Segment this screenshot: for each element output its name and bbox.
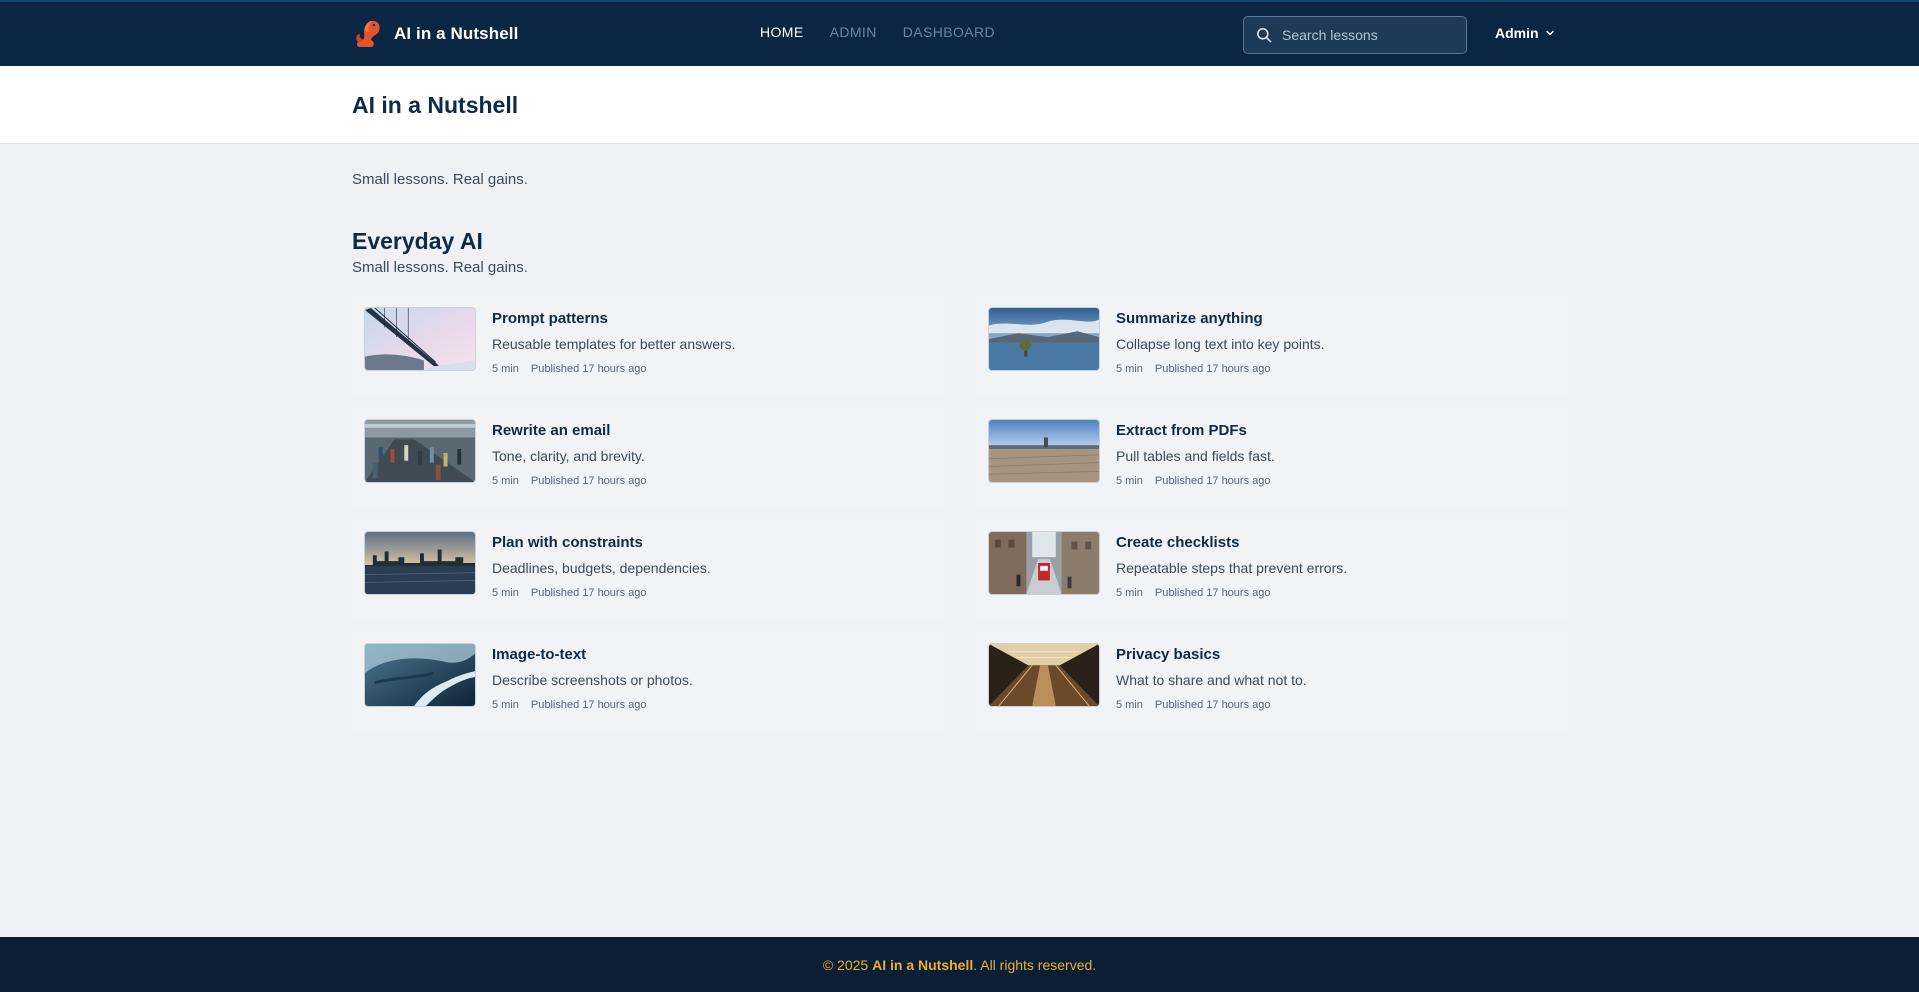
lesson-meta: 5 min Published 17 hours ago — [492, 363, 647, 375]
lesson-meta: 5 min Published 17 hours ago — [492, 587, 647, 599]
lesson-duration: 5 min — [492, 475, 519, 487]
lesson-card[interactable]: Summarize anything Collapse long text in… — [976, 295, 1568, 395]
footer-brand: AI in a Nutshell — [872, 956, 974, 973]
nav-home[interactable]: HOME — [760, 24, 804, 40]
lesson-meta: 5 min Published 17 hours ago — [1116, 699, 1271, 711]
lesson-published: Published 17 hours ago — [1154, 587, 1271, 599]
lesson-thumbnail-bridge — [364, 307, 476, 371]
lesson-title: Image-to-text — [492, 646, 587, 663]
lesson-duration: 5 min — [1116, 699, 1143, 711]
brand-link[interactable]: AI in a Nutshell — [352, 18, 518, 50]
lesson-published: Published 17 hours ago — [1154, 363, 1271, 375]
lesson-title: Summarize anything — [1116, 310, 1263, 327]
lesson-title: Extract from PDFs — [1116, 422, 1247, 439]
lesson-thumbnail-tram — [988, 531, 1100, 595]
user-menu[interactable]: Admin — [1495, 25, 1555, 41]
lesson-duration: 5 min — [1116, 363, 1143, 375]
lesson-duration: 5 min — [1116, 587, 1143, 599]
lesson-thumbnail-beach — [988, 419, 1100, 483]
footer-suffix: . All rights reserved. — [973, 956, 1097, 973]
lesson-title: Prompt patterns — [492, 310, 608, 327]
lesson-duration: 5 min — [492, 587, 519, 599]
lesson-title: Rewrite an email — [492, 422, 611, 439]
lesson-meta: 5 min Published 17 hours ago — [1116, 475, 1271, 487]
lesson-thumbnail-escalator — [988, 643, 1100, 707]
squirrel-logo-icon — [356, 20, 380, 47]
lesson-description: What to share and what not to. — [1116, 672, 1307, 688]
lesson-description: Collapse long text into key points. — [1116, 336, 1325, 352]
main-nav: HOME ADMIN DASHBOARD — [760, 24, 995, 40]
footer-copyright: © 2025 AI in a Nutshell. All rights rese… — [823, 957, 1096, 973]
nav-admin[interactable]: ADMIN — [830, 24, 877, 40]
top-navbar: AI in a Nutshell HOME ADMIN DASHBOARD Ad… — [0, 0, 1919, 66]
lesson-meta: 5 min Published 17 hours ago — [492, 475, 647, 487]
lesson-description: Repeatable steps that prevent errors. — [1116, 560, 1348, 576]
lesson-description: Describe screenshots or photos. — [492, 672, 693, 688]
section-title: Everyday AI — [352, 228, 483, 254]
page-title: AI in a Nutshell — [352, 92, 519, 118]
search-input[interactable] — [1282, 27, 1452, 43]
lesson-card[interactable]: Privacy basics What to share and what no… — [976, 631, 1568, 731]
page-tagline: Small lessons. Real gains. — [352, 171, 528, 188]
lesson-published: Published 17 hours ago — [530, 363, 647, 375]
lesson-card[interactable]: Rewrite an email Tone, clarity, and brev… — [352, 407, 944, 507]
lesson-duration: 5 min — [492, 363, 519, 375]
lesson-card[interactable]: Plan with constraints Deadlines, budgets… — [352, 519, 944, 619]
lesson-thumbnail-skyline — [364, 531, 476, 595]
lesson-published: Published 17 hours ago — [530, 699, 647, 711]
lesson-thumbnail-aerial-river — [364, 643, 476, 707]
lesson-description: Tone, clarity, and brevity. — [492, 448, 645, 464]
footer-prefix: © 2025 — [822, 956, 873, 973]
nav-dashboard[interactable]: DASHBOARD — [903, 24, 995, 40]
search-box[interactable] — [1243, 16, 1467, 54]
lesson-description: Deadlines, budgets, dependencies. — [492, 560, 711, 576]
page-header: AI in a Nutshell — [0, 66, 1919, 144]
lesson-card[interactable]: Prompt patterns Reusable templates for b… — [352, 295, 944, 395]
lesson-description: Pull tables and fields fast. — [1116, 448, 1275, 464]
lesson-grid: Prompt patterns Reusable templates for b… — [352, 295, 1568, 731]
lesson-duration: 5 min — [1116, 475, 1143, 487]
lesson-card[interactable]: Image-to-text Describe screenshots or ph… — [352, 631, 944, 731]
lesson-published: Published 17 hours ago — [530, 475, 647, 487]
lesson-meta: 5 min Published 17 hours ago — [492, 699, 647, 711]
footer: © 2025 AI in a Nutshell. All rights rese… — [0, 937, 1919, 992]
lesson-published: Published 17 hours ago — [1154, 699, 1271, 711]
lesson-description: Reusable templates for better answers. — [492, 336, 736, 352]
user-name: Admin — [1495, 25, 1539, 41]
chevron-down-icon — [1545, 30, 1554, 36]
section-subtitle: Small lessons. Real gains. — [352, 259, 528, 276]
search-icon — [1257, 28, 1272, 43]
lesson-meta: 5 min Published 17 hours ago — [1116, 587, 1271, 599]
lesson-thumbnail-lake — [988, 307, 1100, 371]
lesson-title: Create checklists — [1116, 534, 1240, 551]
lesson-card[interactable]: Extract from PDFs Pull tables and fields… — [976, 407, 1568, 507]
brand-name: AI in a Nutshell — [394, 24, 519, 43]
lesson-published: Published 17 hours ago — [530, 587, 647, 599]
lesson-card[interactable]: Create checklists Repeatable steps that … — [976, 519, 1568, 619]
lesson-meta: 5 min Published 17 hours ago — [1116, 363, 1271, 375]
lesson-duration: 5 min — [492, 699, 519, 711]
lesson-title: Plan with constraints — [492, 534, 643, 551]
lesson-published: Published 17 hours ago — [1154, 475, 1271, 487]
lesson-title: Privacy basics — [1116, 646, 1221, 663]
lesson-thumbnail-crowd — [364, 419, 476, 483]
